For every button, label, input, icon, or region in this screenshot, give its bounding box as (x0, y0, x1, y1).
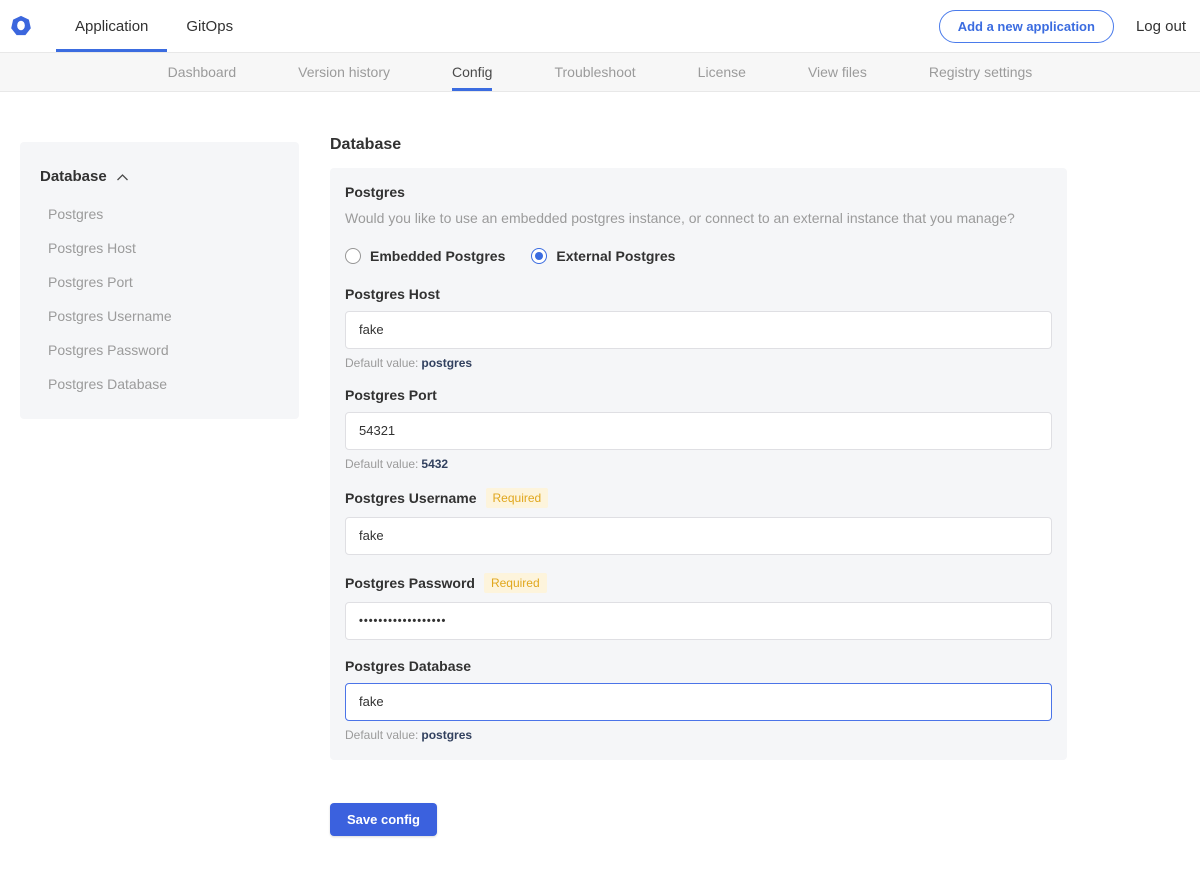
add-new-application-button[interactable]: Add a new application (939, 10, 1114, 43)
default-value-prefix: Default value: (345, 457, 418, 471)
database-config-panel: Postgres Would you like to use an embedd… (330, 168, 1067, 760)
postgres-database-label: Postgres Database (345, 658, 1052, 674)
default-value: 5432 (421, 457, 448, 471)
sidebar-group-label: Database (40, 168, 107, 185)
sidebar-item-postgres[interactable]: Postgres (40, 197, 279, 231)
radio-checked-icon (531, 248, 547, 264)
postgres-radio-group: Embedded Postgres External Postgres (345, 248, 1052, 264)
postgres-password-label-text: Postgres Password (345, 575, 475, 591)
tab-gitops[interactable]: GitOps (167, 0, 252, 52)
postgres-database-input[interactable] (345, 683, 1052, 721)
subnav-item-dashboard[interactable]: Dashboard (168, 53, 237, 91)
postgres-username-input[interactable] (345, 517, 1052, 555)
app-logo-icon (10, 15, 32, 37)
top-tabs: Application GitOps (56, 0, 252, 52)
subnav-item-config[interactable]: Config (452, 53, 492, 91)
postgres-database-helper: Default value:postgres (345, 728, 1052, 742)
default-value: postgres (421, 728, 472, 742)
postgres-host-helper: Default value:postgres (345, 356, 1052, 370)
postgres-host-input[interactable] (345, 311, 1052, 349)
default-value: postgres (421, 356, 472, 370)
default-value-prefix: Default value: (345, 728, 418, 742)
radio-unchecked-icon (345, 248, 361, 264)
sidebar-item-postgres-host[interactable]: Postgres Host (40, 231, 279, 265)
postgres-port-helper: Default value:5432 (345, 457, 1052, 471)
sidebar-item-postgres-port[interactable]: Postgres Port (40, 265, 279, 299)
postgres-password-label: Postgres Password Required (345, 573, 1052, 593)
subnav-item-registry-settings[interactable]: Registry settings (929, 53, 1032, 91)
radio-external-label: External Postgres (556, 248, 675, 264)
section-title: Database (330, 136, 1067, 154)
required-badge: Required (484, 573, 547, 593)
logout-button[interactable]: Log out (1136, 18, 1186, 35)
save-config-button[interactable]: Save config (330, 803, 437, 836)
postgres-choice-label: Postgres (345, 184, 1052, 200)
sidebar-item-postgres-username[interactable]: Postgres Username (40, 299, 279, 333)
top-bar: Application GitOps Add a new application… (0, 0, 1200, 52)
postgres-username-label: Postgres Username Required (345, 488, 1052, 508)
postgres-host-label: Postgres Host (345, 286, 1052, 302)
postgres-choice-description: Would you like to use an embedded postgr… (345, 209, 1052, 228)
sidebar-item-postgres-database[interactable]: Postgres Database (40, 367, 279, 401)
app-subnav: Dashboard Version history Config Trouble… (0, 52, 1200, 92)
default-value-prefix: Default value: (345, 356, 418, 370)
subnav-item-license[interactable]: License (698, 53, 746, 91)
radio-external-postgres[interactable]: External Postgres (531, 248, 675, 264)
postgres-password-input[interactable] (345, 602, 1052, 640)
content-area: Database Postgres Postgres Host Postgres… (0, 92, 1200, 836)
config-sidebar: Database Postgres Postgres Host Postgres… (20, 142, 299, 419)
subnav-item-version-history[interactable]: Version history (298, 53, 390, 91)
postgres-port-input[interactable] (345, 412, 1052, 450)
topbar-right: Add a new application Log out (939, 10, 1186, 43)
chevron-up-icon (116, 173, 129, 182)
postgres-port-label: Postgres Port (345, 387, 1052, 403)
config-main: Database Postgres Would you like to use … (330, 92, 1067, 836)
postgres-username-label-text: Postgres Username (345, 490, 477, 506)
subnav-item-troubleshoot[interactable]: Troubleshoot (554, 53, 635, 91)
sidebar-item-postgres-password[interactable]: Postgres Password (40, 333, 279, 367)
required-badge: Required (486, 488, 549, 508)
tab-application[interactable]: Application (56, 0, 167, 52)
radio-embedded-postgres[interactable]: Embedded Postgres (345, 248, 505, 264)
subnav-item-view-files[interactable]: View files (808, 53, 867, 91)
radio-embedded-label: Embedded Postgres (370, 248, 505, 264)
sidebar-group-database[interactable]: Database (40, 168, 279, 185)
